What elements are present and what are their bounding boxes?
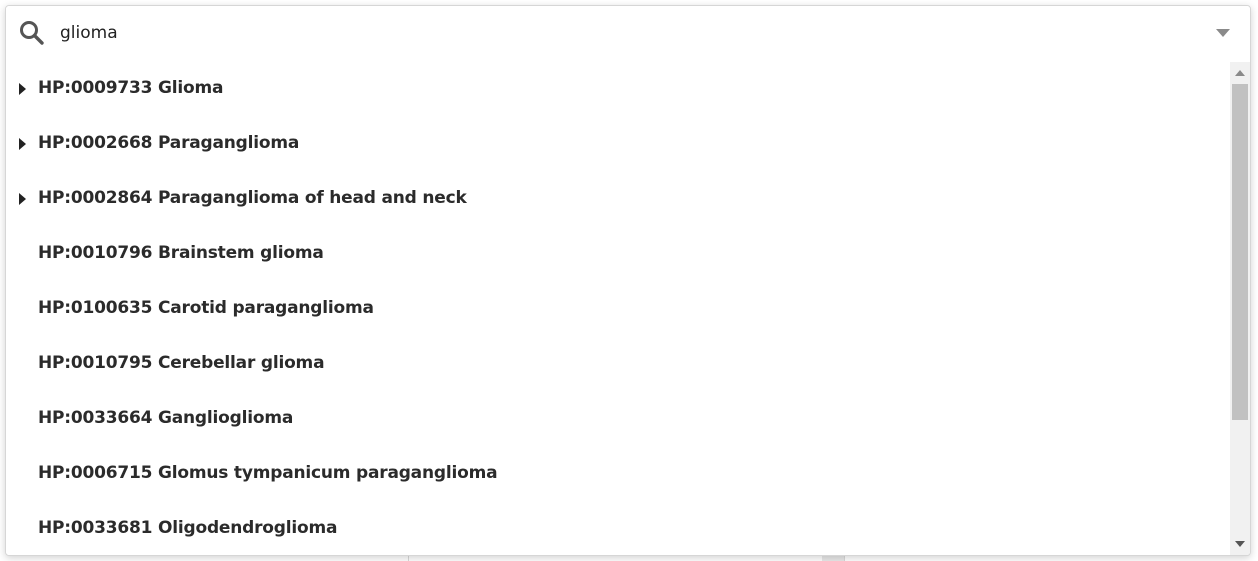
list-item[interactable]: HP:0006715 Glomus tympanicum paraganglio… bbox=[6, 447, 1230, 502]
autocomplete-select[interactable]: HP:0009733 Glioma HP:0002668 Paragangliom… bbox=[5, 5, 1251, 556]
list-item[interactable]: HP:0009733 Glioma bbox=[6, 62, 1230, 117]
list-item[interactable]: HP:0033664 Ganglioglioma bbox=[6, 392, 1230, 447]
caret-right-icon[interactable] bbox=[19, 138, 26, 150]
chevron-down-icon[interactable] bbox=[1216, 29, 1230, 37]
scroll-up-arrow-icon[interactable] bbox=[1235, 70, 1245, 76]
list-item-label: HP:0006715 Glomus tympanicum paraganglio… bbox=[38, 463, 498, 483]
scrollbar-thumb[interactable] bbox=[1232, 84, 1248, 420]
list-item[interactable]: HP:0033681 Oligodendroglioma bbox=[6, 502, 1230, 555]
search-input[interactable] bbox=[60, 19, 1200, 47]
caret-right-icon[interactable] bbox=[19, 193, 26, 205]
list-item-label: HP:0002668 Paraganglioma bbox=[38, 133, 300, 153]
list-item[interactable]: HP:0010796 Brainstem glioma bbox=[6, 227, 1230, 282]
list-item-label: HP:0002864 Paraganglioma of head and nec… bbox=[38, 188, 467, 208]
scroll-down-arrow-icon[interactable] bbox=[1235, 541, 1245, 547]
list-item[interactable]: HP:0100635 Carotid paraganglioma bbox=[6, 282, 1230, 337]
list-item-label: HP:0033664 Ganglioglioma bbox=[38, 408, 294, 428]
list-item[interactable]: HP:0010795 Cerebellar glioma bbox=[6, 337, 1230, 392]
scrollbar[interactable] bbox=[1230, 62, 1250, 555]
list-item-label: HP:0010796 Brainstem glioma bbox=[38, 243, 324, 263]
list-item-label: HP:0009733 Glioma bbox=[38, 78, 224, 98]
results-list: HP:0009733 Glioma HP:0002668 Paragangliom… bbox=[6, 62, 1230, 555]
list-item-label: HP:0100635 Carotid paraganglioma bbox=[38, 298, 374, 318]
list-item[interactable]: HP:0002864 Paraganglioma of head and nec… bbox=[6, 172, 1230, 227]
caret-right-icon[interactable] bbox=[19, 83, 26, 95]
search-icon bbox=[20, 21, 44, 45]
list-item[interactable]: HP:0002668 Paraganglioma bbox=[6, 117, 1230, 172]
list-item-label: HP:0010795 Cerebellar glioma bbox=[38, 353, 325, 373]
list-item-label: HP:0033681 Oligodendroglioma bbox=[38, 518, 338, 538]
search-row bbox=[6, 6, 1250, 62]
